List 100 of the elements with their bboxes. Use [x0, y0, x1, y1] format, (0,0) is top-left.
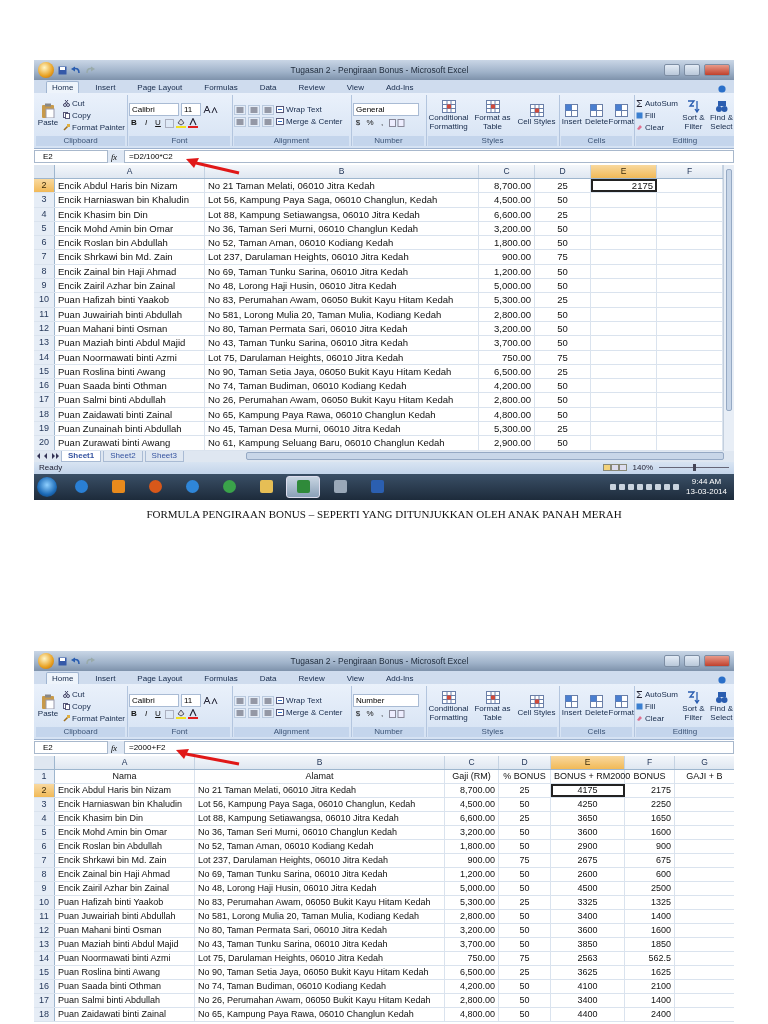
- column-header[interactable]: C: [445, 756, 499, 769]
- style-button[interactable]: Cell Styles: [516, 104, 557, 127]
- underline-button[interactable]: U: [153, 709, 163, 719]
- view-buttons-icon[interactable]: [602, 464, 627, 472]
- ribbon-tab[interactable]: Page Layout: [131, 672, 189, 684]
- editing-button[interactable]: Fill: [636, 701, 678, 712]
- undo-icon[interactable]: [71, 65, 81, 75]
- undo-icon[interactable]: [71, 656, 81, 666]
- font-name-dropdown[interactable]: Calibri: [129, 103, 179, 116]
- ribbon-tab[interactable]: Page Layout: [131, 81, 189, 93]
- font-size-dropdown[interactable]: 11: [181, 103, 201, 116]
- align-icon[interactable]: [234, 116, 246, 127]
- minimize-button[interactable]: [664, 64, 680, 76]
- horizontal-scrollbar[interactable]: [245, 452, 724, 461]
- align-icon[interactable]: [234, 695, 246, 706]
- sheet-tab[interactable]: Sheet1: [61, 450, 102, 462]
- editing-button[interactable]: AutoSum: [636, 689, 678, 700]
- align-icon[interactable]: [234, 104, 246, 115]
- sheet-tab[interactable]: Sheet3: [144, 450, 184, 462]
- align-icon[interactable]: [262, 116, 274, 127]
- ribbon-tab[interactable]: Data: [253, 81, 283, 93]
- column-header[interactable]: G: [675, 756, 734, 769]
- currency-button[interactable]: $: [353, 709, 363, 719]
- row-header[interactable]: 8: [34, 868, 55, 881]
- column-header[interactable]: F: [625, 756, 675, 769]
- underline-button[interactable]: U: [153, 118, 163, 128]
- paste-button[interactable]: Paste: [36, 103, 61, 128]
- ribbon-tab[interactable]: Insert: [89, 672, 122, 684]
- formula-field[interactable]: =2000+F2: [124, 741, 734, 754]
- row-header[interactable]: 19: [34, 422, 55, 436]
- row-header[interactable]: 20: [34, 436, 55, 450]
- style-button[interactable]: Format as Table: [472, 100, 513, 131]
- cells-button[interactable]: Format: [610, 695, 632, 718]
- ribbon-tab[interactable]: Insert: [89, 81, 122, 93]
- editing-button[interactable]: AutoSum: [636, 98, 678, 109]
- style-button[interactable]: Conditional Formatting: [428, 691, 469, 722]
- comma-style-button[interactable]: ,: [377, 118, 387, 128]
- align-icon[interactable]: [248, 707, 260, 718]
- row-header[interactable]: 10: [34, 293, 55, 307]
- row-header[interactable]: 18: [34, 1008, 55, 1021]
- ribbon-tab[interactable]: Formulas: [198, 81, 244, 93]
- insert-function-button[interactable]: fx: [111, 151, 121, 162]
- align-icon[interactable]: [234, 707, 246, 718]
- sheet-tab[interactable]: Sheet2: [103, 450, 143, 462]
- editing-button[interactable]: Clear: [636, 713, 678, 724]
- ribbon-tab[interactable]: Home: [46, 672, 80, 684]
- row-header[interactable]: 1: [34, 770, 55, 783]
- select-all-button[interactable]: [34, 165, 55, 178]
- ribbon-tab[interactable]: Review: [292, 672, 331, 684]
- column-header[interactable]: B: [205, 165, 479, 178]
- number-format-dropdown[interactable]: General: [353, 103, 419, 116]
- row-header[interactable]: 7: [34, 854, 55, 867]
- row-header[interactable]: 5: [34, 826, 55, 839]
- align-icon[interactable]: [262, 104, 274, 115]
- style-button[interactable]: Conditional Formatting: [428, 100, 469, 131]
- wrap-text-button[interactable]: Wrap Text: [276, 695, 322, 706]
- style-button[interactable]: Cell Styles: [516, 695, 557, 718]
- sort-filter-button[interactable]: Sort & Filter: [680, 691, 706, 722]
- bold-button[interactable]: B: [129, 118, 139, 128]
- column-header[interactable]: E: [591, 165, 657, 178]
- row-header[interactable]: 13: [34, 336, 55, 350]
- find-select-button[interactable]: Find & Select: [708, 100, 734, 131]
- save-icon[interactable]: [58, 65, 67, 75]
- wrap-text-button[interactable]: Wrap Text: [276, 104, 322, 115]
- percent-button[interactable]: %: [365, 118, 375, 128]
- row-header[interactable]: 16: [34, 980, 55, 993]
- clipboard-button[interactable]: Format Painter: [63, 713, 125, 724]
- row-header[interactable]: 7: [34, 250, 55, 264]
- ribbon-tab[interactable]: Review: [292, 81, 331, 93]
- merge-center-button[interactable]: Merge & Center: [276, 707, 343, 718]
- ribbon-tab[interactable]: Add-Ins: [380, 672, 420, 684]
- row-header[interactable]: 6: [34, 840, 55, 853]
- editing-button[interactable]: Fill: [636, 110, 678, 121]
- align-icon[interactable]: [248, 695, 260, 706]
- font-color-icon[interactable]: [188, 118, 198, 128]
- row-header[interactable]: 13: [34, 938, 55, 951]
- row-header[interactable]: 12: [34, 924, 55, 937]
- ribbon-tab[interactable]: View: [340, 672, 370, 684]
- clipboard-button[interactable]: Copy: [63, 701, 125, 712]
- name-box[interactable]: E2: [34, 741, 108, 754]
- save-icon[interactable]: [58, 656, 67, 666]
- row-header[interactable]: 3: [34, 798, 55, 811]
- minimize-button[interactable]: [664, 655, 680, 667]
- column-header[interactable]: E: [551, 756, 625, 769]
- ribbon-tab[interactable]: Add-Ins: [380, 81, 420, 93]
- column-header[interactable]: B: [195, 756, 445, 769]
- clipboard-button[interactable]: Format Painter: [63, 122, 125, 133]
- align-icon[interactable]: [262, 695, 274, 706]
- close-button[interactable]: [704, 64, 730, 76]
- italic-button[interactable]: I: [141, 709, 151, 719]
- select-all-button[interactable]: [34, 756, 55, 769]
- ribbon-tab[interactable]: Home: [46, 81, 80, 93]
- taskbar-button[interactable]: [286, 475, 320, 498]
- sheet-navigation-icon[interactable]: [37, 453, 59, 460]
- font-grow-icon[interactable]: [203, 105, 219, 114]
- find-select-button[interactable]: Find & Select: [708, 691, 734, 722]
- vertical-scrollbar[interactable]: [723, 165, 734, 451]
- cells-button[interactable]: Insert: [561, 104, 583, 127]
- font-color-icon[interactable]: [188, 709, 198, 719]
- row-header[interactable]: 2: [34, 784, 55, 797]
